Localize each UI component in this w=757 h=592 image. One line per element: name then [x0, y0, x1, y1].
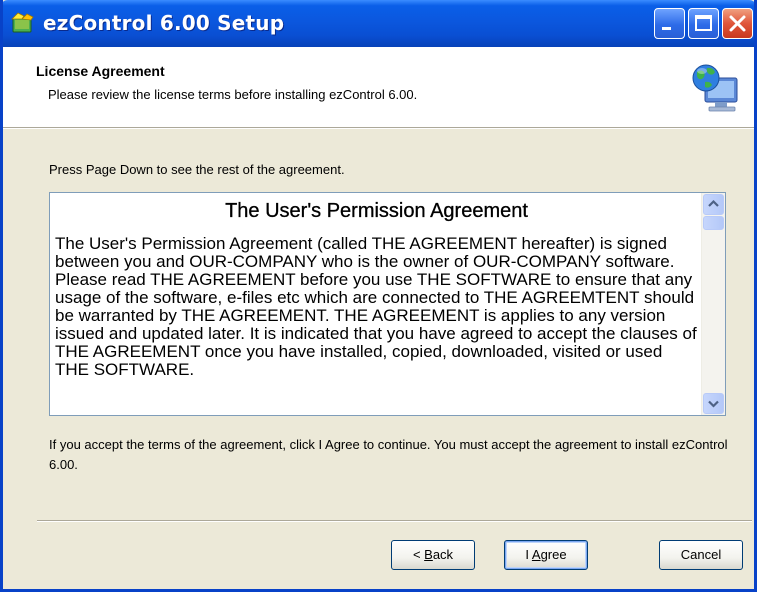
close-icon	[729, 15, 746, 32]
scroll-up-arrow-icon	[708, 199, 719, 207]
setup-window: ezControl 6.00 Setup License Agreement P…	[0, 0, 757, 592]
scroll-thumb[interactable]	[703, 216, 724, 230]
license-body: The User's Permission Agreement (called …	[55, 234, 697, 379]
accept-instructions: If you accept the terms of the agreement…	[49, 437, 728, 472]
title-bar[interactable]: ezControl 6.00 Setup	[3, 0, 754, 47]
i-agree-button[interactable]: I Agree	[504, 540, 588, 570]
back-button[interactable]: < Back	[391, 540, 475, 570]
instruction-text: Press Page Down to see the rest of the a…	[49, 162, 345, 177]
maximize-icon	[695, 15, 712, 31]
header-panel: License Agreement Please review the lice…	[3, 47, 754, 128]
license-scrollbar[interactable]	[701, 193, 725, 415]
back-button-mnemonic: B	[424, 547, 433, 562]
window-title: ezControl 6.00 Setup	[43, 11, 285, 35]
back-button-label: ack	[432, 547, 454, 562]
scroll-up-button[interactable]	[703, 194, 724, 215]
license-content[interactable]: The User's Permission Agreement The User…	[55, 199, 698, 411]
header-divider	[3, 128, 754, 129]
minimize-button[interactable]	[654, 8, 685, 39]
installer-icon	[11, 12, 34, 33]
scroll-down-arrow-icon	[708, 400, 719, 408]
page-subtitle: Please review the license terms before i…	[48, 87, 418, 102]
cancel-button[interactable]: Cancel	[659, 540, 743, 570]
agree-button-label: gree	[540, 547, 567, 562]
footer-divider	[37, 520, 752, 522]
maximize-button[interactable]	[688, 8, 719, 39]
license-textbox[interactable]: The User's Permission Agreement The User…	[49, 192, 726, 416]
minimize-icon	[662, 27, 671, 30]
agree-button-mnemonic: A	[531, 547, 541, 562]
back-button-prefix: <	[412, 547, 425, 562]
close-button[interactable]	[722, 8, 753, 39]
page-title: License Agreement	[36, 63, 165, 79]
license-heading: The User's Permission Agreement	[225, 200, 528, 222]
scroll-down-button[interactable]	[703, 393, 724, 414]
globe-computer-icon	[692, 64, 738, 112]
